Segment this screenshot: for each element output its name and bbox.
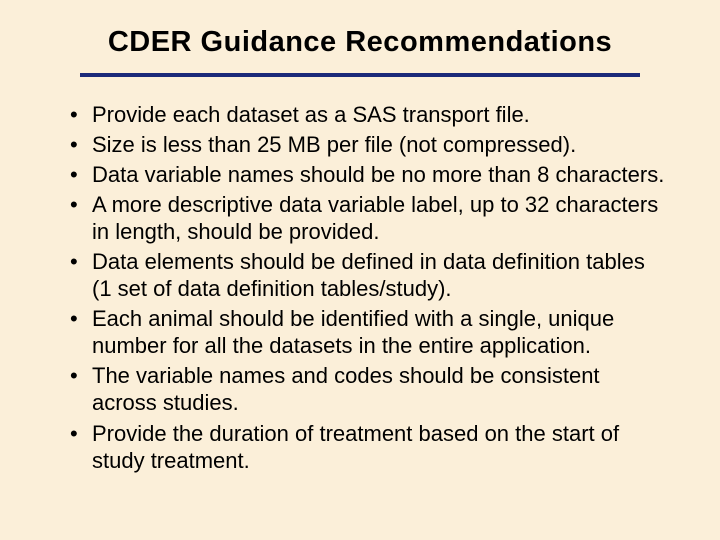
list-item-text: Provide the duration of treatment based … <box>92 421 619 473</box>
list-item-text: Data elements should be defined in data … <box>92 249 645 301</box>
bullet-list: Provide each dataset as a SAS transport … <box>70 101 670 474</box>
list-item: Data elements should be defined in data … <box>70 248 670 302</box>
slide: CDER Guidance Recommendations Provide ea… <box>0 0 720 540</box>
list-item-text: Provide each dataset as a SAS transport … <box>92 102 530 127</box>
slide-title: CDER Guidance Recommendations <box>50 26 670 59</box>
list-item-text: Each animal should be identified with a … <box>92 306 614 358</box>
list-item: Provide each dataset as a SAS transport … <box>70 101 670 128</box>
list-item-text: A more descriptive data variable label, … <box>92 192 658 244</box>
list-item: Each animal should be identified with a … <box>70 305 670 359</box>
list-item: Size is less than 25 MB per file (not co… <box>70 131 670 158</box>
list-item-text: The variable names and codes should be c… <box>92 363 600 415</box>
list-item-text: Size is less than 25 MB per file (not co… <box>92 132 576 157</box>
list-item: A more descriptive data variable label, … <box>70 191 670 245</box>
list-item: Data variable names should be no more th… <box>70 161 670 188</box>
list-item: Provide the duration of treatment based … <box>70 420 670 474</box>
list-item-text: Data variable names should be no more th… <box>92 162 664 187</box>
list-item: The variable names and codes should be c… <box>70 362 670 416</box>
title-underline <box>80 73 640 77</box>
